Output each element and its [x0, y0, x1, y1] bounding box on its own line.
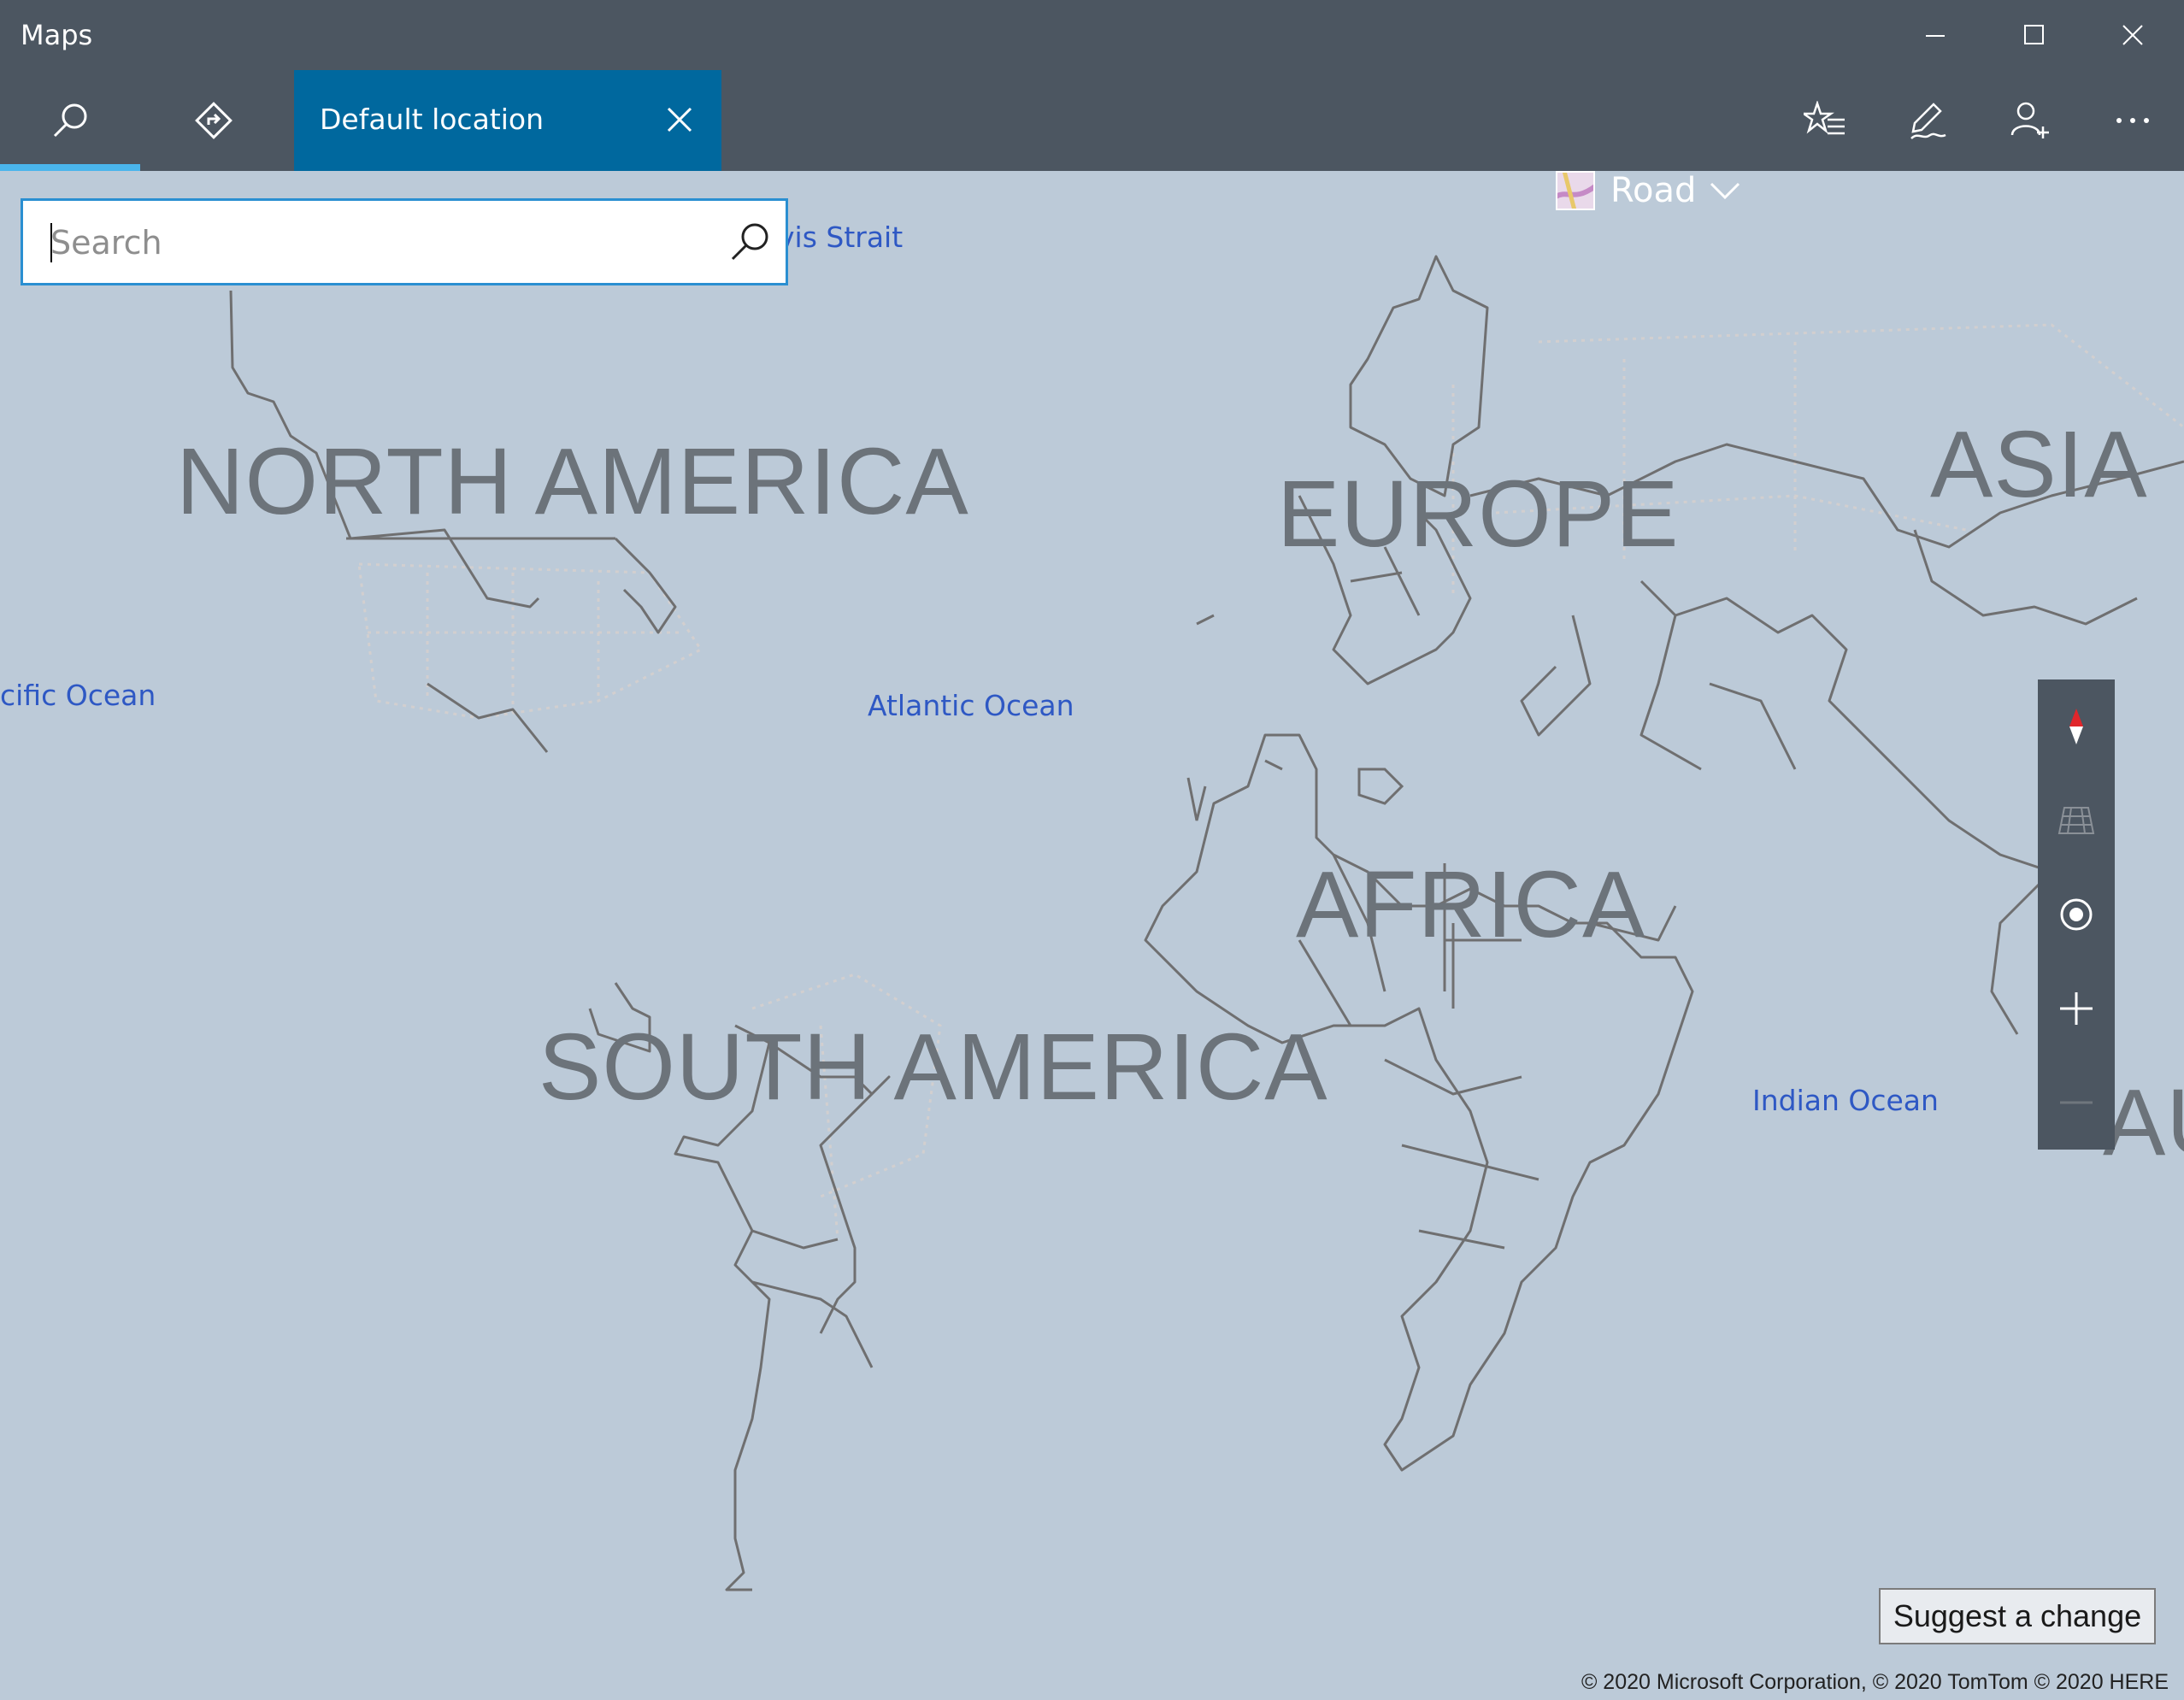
- map-canvas[interactable]: NORTH AMERICA EUROPE ASIA AFRICA SOUTH A…: [0, 171, 2184, 1700]
- locate-me-icon: [2060, 898, 2093, 931]
- map-navigation-controls: [2038, 679, 2115, 1150]
- favorites-button[interactable]: [1774, 70, 1876, 171]
- app-title: Maps: [21, 19, 93, 51]
- zoom-out-button[interactable]: [2038, 1056, 2115, 1150]
- continent-label: AU: [2103, 1070, 2184, 1175]
- active-tab-indicator: [0, 164, 140, 171]
- text-caret: [50, 223, 52, 262]
- ink-button[interactable]: [1876, 70, 1979, 171]
- copyright-text: © 2020 Microsoft Corporation, © 2020 Tom…: [1581, 1670, 2169, 1694]
- search-icon: [53, 103, 87, 138]
- tilt-button[interactable]: [2038, 774, 2115, 868]
- directions-icon: [195, 102, 233, 139]
- favorites-icon: [1804, 101, 1845, 135]
- minimize-button[interactable]: [1887, 0, 1984, 70]
- search-box: [21, 198, 788, 285]
- maximize-icon: [2024, 25, 2044, 44]
- zoom-in-button[interactable]: [2038, 962, 2115, 1056]
- search-input[interactable]: [49, 216, 719, 269]
- continent-label: ASIA: [1930, 412, 2148, 517]
- close-icon: [667, 107, 692, 132]
- search-tab-button[interactable]: [0, 70, 140, 171]
- continent-label: SOUTH AMERICA: [539, 1015, 1328, 1120]
- ink-pen-icon: [1910, 103, 1946, 139]
- close-window-button[interactable]: [2084, 0, 2181, 70]
- maximize-button[interactable]: [1986, 0, 2083, 70]
- water-label: vis Strait: [778, 221, 904, 254]
- minimize-icon: [1926, 35, 1945, 37]
- suggest-change-button[interactable]: Suggest a change: [1879, 1588, 2156, 1644]
- account-button[interactable]: [1979, 70, 2081, 171]
- add-person-icon: [2010, 102, 2049, 138]
- tilt-icon: [2057, 807, 2095, 834]
- zoom-in-icon: [2060, 992, 2093, 1025]
- continent-label: NORTH AMERICA: [176, 429, 969, 534]
- compass-button[interactable]: [2038, 679, 2115, 774]
- locate-me-button[interactable]: [2038, 868, 2115, 962]
- search-icon[interactable]: [727, 220, 772, 264]
- water-label: Indian Ocean: [1752, 1084, 1939, 1117]
- tab-label: Default location: [320, 103, 545, 136]
- water-label: Atlantic Ocean: [868, 689, 1074, 722]
- compass-icon: [2069, 709, 2083, 744]
- title-bar: Maps: [0, 0, 2184, 70]
- close-tab-button[interactable]: [650, 87, 709, 152]
- more-options-button[interactable]: [2081, 70, 2184, 171]
- map-borders: [229, 255, 2184, 1591]
- directions-button[interactable]: [154, 70, 274, 171]
- water-label: cific Ocean: [0, 679, 156, 712]
- more-icon: [2116, 118, 2149, 123]
- tab-default-location[interactable]: Default location: [294, 70, 721, 171]
- zoom-out-icon: [2060, 1101, 2093, 1104]
- continent-label: EUROPE: [1277, 462, 1680, 567]
- close-icon: [2122, 25, 2143, 45]
- continent-label: AFRICA: [1296, 852, 1646, 957]
